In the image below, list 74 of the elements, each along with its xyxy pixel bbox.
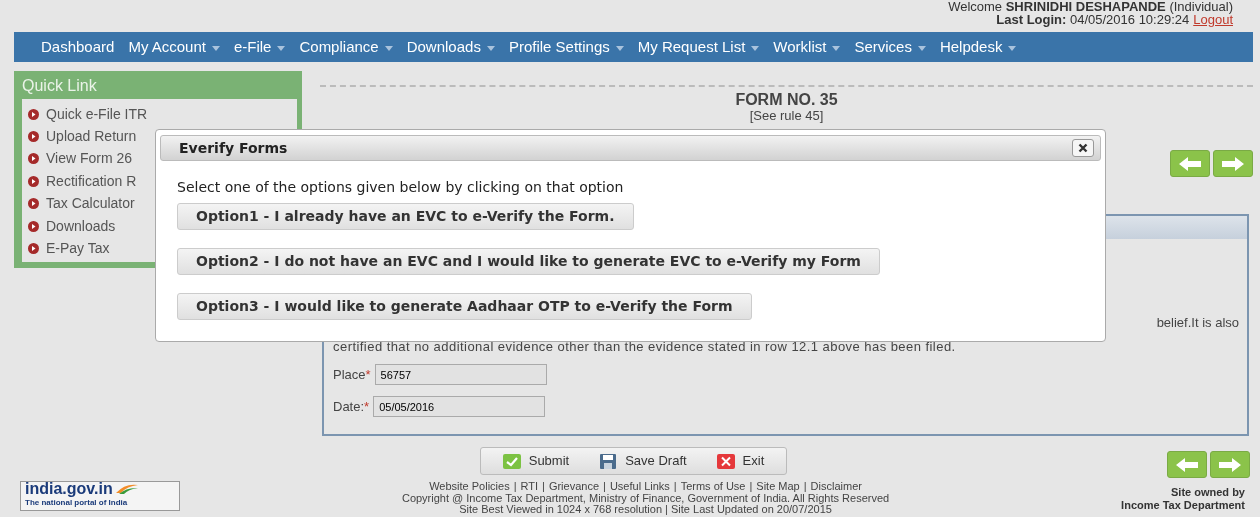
quick-link[interactable]: Upload Return	[46, 126, 137, 148]
input-field[interactable]: 56757	[374, 364, 547, 385]
field-label: Date:*	[333, 397, 370, 416]
nav-menu-item[interactable]: Services	[847, 35, 933, 59]
bullet-icon	[28, 153, 39, 165]
separator: |	[673, 480, 677, 492]
bullet-icon	[28, 131, 39, 143]
bullet-icon	[28, 108, 39, 120]
left-arrow-icon	[1175, 456, 1199, 473]
separator: |	[803, 480, 807, 492]
portal-logo[interactable]: india.gov.in The national portal of India	[20, 481, 180, 511]
welcome-text: Welcome SHRINIDHI DESHAPANDE (Individual)	[947, 0, 1233, 13]
right-arrow-icon	[1221, 155, 1245, 172]
resolution-text: Site Best Viewed in 1024 x 768 resolution | Site Last Updated on 20/07/2015	[459, 504, 832, 516]
quick-link[interactable]: E-Pay Tax	[46, 238, 110, 260]
option-button[interactable]: Option2 - I do not have an EVC and I would like to generate EVC to e-Verify my Form	[177, 248, 880, 275]
separator: |	[749, 480, 753, 492]
separator: |	[603, 480, 606, 492]
previous-button[interactable]	[1167, 451, 1207, 478]
check-icon	[502, 453, 521, 469]
dialog-prompt: Select one of the options given below by clicking on that option	[177, 178, 625, 197]
nav-menu-item[interactable]: e-File	[226, 35, 293, 59]
form-subtitle: [See rule 45]	[748, 109, 825, 123]
quick-link[interactable]: View Form 26	[46, 148, 133, 170]
left-arrow-icon	[1178, 155, 1202, 172]
submit-button[interactable]: Submit	[490, 448, 582, 474]
logout-link[interactable]: Logout	[1193, 13, 1233, 26]
previous-button[interactable]	[1170, 150, 1210, 177]
dialog-title: Everify Forms	[179, 138, 288, 158]
quick-link[interactable]: Downloads	[46, 215, 116, 237]
bullet-icon	[28, 175, 39, 187]
footer-link[interactable]: Site Map	[756, 480, 800, 492]
last-login-text: Last Login: 04/05/2016 10:29:24	[996, 13, 1190, 26]
footer-link[interactable]: RTI	[520, 480, 539, 492]
footer-link[interactable]: Terms of Use	[680, 480, 746, 492]
field-label: Place*	[333, 365, 371, 384]
footer-link[interactable]: Website Policies	[429, 480, 510, 492]
owner-text: Income Tax Department	[1121, 499, 1245, 512]
nav-menu-item[interactable]: Worklist	[766, 35, 848, 59]
separator: |	[513, 480, 517, 492]
bullet-icon	[28, 243, 39, 255]
exit-button[interactable]: Exit	[704, 448, 777, 474]
owner-text: Site owned by	[1170, 486, 1245, 499]
copyright-text: Copyright @ Income Tax Department, Ministry of Finance, Government of India. All Rights Reserved	[400, 492, 891, 504]
footer-link[interactable]: Grievance	[548, 480, 600, 492]
declaration-text: belief.It is also	[1156, 314, 1239, 332]
right-arrow-icon	[1218, 456, 1242, 473]
nav-menu-item[interactable]: Profile Settings	[501, 35, 631, 59]
quick-link[interactable]: Rectification R	[46, 170, 137, 192]
nav-menu-item[interactable]: Compliance	[292, 35, 400, 59]
option-button[interactable]: Option3 - I would like to generate Aadhaar OTP to e-Verify the Form	[177, 293, 752, 320]
nav-menu-item[interactable]: Helpdesk	[932, 35, 1024, 59]
separator: |	[542, 480, 545, 492]
close-button[interactable]	[1072, 139, 1094, 157]
nav-menu-item[interactable]: Dashboard	[34, 35, 122, 59]
save-button[interactable]: Save Draft	[587, 448, 699, 474]
form-title: FORM NO. 35	[734, 91, 839, 109]
nav-menu-item[interactable]: My Request List	[630, 35, 767, 59]
close-icon	[716, 453, 735, 469]
next-button[interactable]	[1213, 150, 1253, 177]
nav-menu-item[interactable]: My Account	[121, 35, 227, 59]
input-field[interactable]: 05/05/2016	[373, 396, 546, 417]
nav-menu-item[interactable]: Downloads	[399, 35, 502, 59]
footer-link[interactable]: Useful Links	[609, 480, 670, 492]
option-button[interactable]: Option1 - I already have an EVC to e-Verify the Form.	[177, 203, 634, 230]
close-icon	[1078, 143, 1088, 153]
quick-link[interactable]: Quick e-File ITR	[46, 103, 148, 125]
quick-link[interactable]: Tax Calculator	[46, 193, 135, 215]
next-button[interactable]	[1210, 451, 1250, 478]
bullet-icon	[28, 220, 39, 232]
footer-link[interactable]: Disclaimer	[810, 480, 862, 492]
bullet-icon	[28, 198, 39, 210]
declaration-text: certified that no additional evidence other than the evidence stated in row 12.1 above has been filed.	[333, 338, 956, 356]
panel-title: Quick Link	[22, 76, 98, 96]
